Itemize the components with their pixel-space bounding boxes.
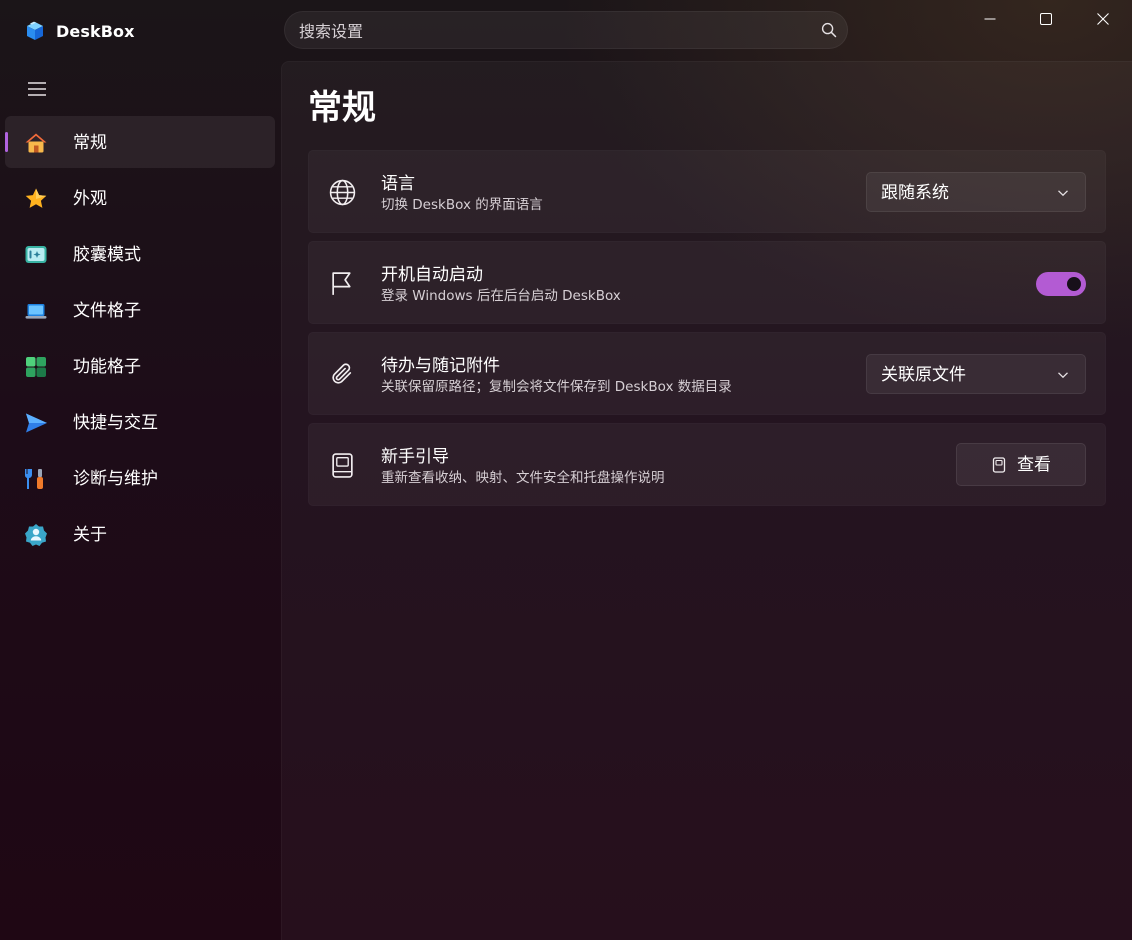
sidebar-item-function-grid[interactable]: 功能格子 (5, 340, 275, 392)
attachment-mode-dropdown[interactable]: 关联原文件 (866, 354, 1086, 394)
toggle-knob (1067, 277, 1081, 291)
auto-start-toggle[interactable] (1036, 272, 1086, 296)
globe-icon (329, 179, 356, 206)
search-box[interactable] (284, 11, 848, 50)
setting-card-auto-start: 开机自动启动 登录 Windows 后在后台启动 DeskBox (308, 241, 1106, 324)
chevron-down-icon (1058, 190, 1068, 197)
setting-description: 关联保留原路径；复制会将文件保存到 DeskBox 数据目录 (381, 379, 732, 395)
setting-title: 开机自动启动 (381, 265, 483, 285)
paperclip-icon (332, 363, 352, 384)
home-icon (25, 133, 47, 153)
hamburger-menu-button[interactable] (22, 74, 52, 104)
search-input[interactable] (297, 12, 801, 50)
setting-title: 新手引导 (381, 447, 449, 467)
flag-icon (332, 272, 351, 295)
tools-icon (24, 469, 43, 489)
sidebar-nav: 常规 外观 胶囊模式 文件格子 功能格子 快捷与交互 诊断与维护 关于 (5, 116, 275, 564)
setting-description: 切换 DeskBox 的界面语言 (381, 197, 543, 213)
minimize-icon (984, 18, 996, 20)
chevron-down-icon (1058, 372, 1068, 379)
app-brand: DeskBox (24, 20, 135, 42)
setting-card-attachments: 待办与随记附件 关联保留原路径；复制会将文件保存到 DeskBox 数据目录 关… (308, 332, 1106, 415)
page-title: 常规 (308, 88, 376, 128)
sidebar-item-label: 功能格子 (73, 357, 141, 377)
settings-content: 常规 语言 切换 DeskBox 的界面语言 跟随系统 开机自动启动 登录 Wi… (281, 61, 1132, 940)
sidebar-item-label: 关于 (73, 525, 107, 545)
grid-tiles-icon (26, 357, 46, 377)
dropdown-value: 跟随系统 (881, 183, 949, 203)
send-arrow-icon (26, 413, 47, 433)
capsule-icon (25, 246, 47, 263)
sidebar-item-file-grid[interactable]: 文件格子 (5, 284, 275, 336)
book-icon (332, 453, 353, 478)
setting-title: 待办与随记附件 (381, 356, 500, 376)
sidebar-item-shortcuts-interaction[interactable]: 快捷与交互 (5, 396, 275, 448)
star-icon (25, 188, 47, 208)
view-guide-button-label: 查看 (1017, 454, 1051, 475)
setting-description: 登录 Windows 后在后台启动 DeskBox (381, 288, 621, 304)
sidebar-item-label: 外观 (73, 189, 107, 209)
dropdown-value: 关联原文件 (881, 365, 966, 385)
setting-title: 语言 (381, 174, 415, 194)
sidebar-item-label: 快捷与交互 (73, 413, 158, 433)
minimize-button[interactable] (962, 0, 1018, 38)
app-window: DeskBox 搜索设置 常规 外观 胶囊模式 文件格子 功能格子 快捷与交互 … (0, 0, 1132, 940)
app-title: DeskBox (56, 21, 135, 41)
sidebar-item-label: 文件格子 (73, 301, 141, 321)
sidebar-item-appearance[interactable]: 外观 (5, 172, 275, 224)
search-icon[interactable] (821, 22, 837, 38)
sidebar-item-label: 胶囊模式 (73, 245, 141, 265)
setting-description: 重新查看收纳、映射、文件安全和托盘操作说明 (381, 470, 665, 486)
maximize-icon (1040, 13, 1052, 25)
setting-card-onboarding: 新手引导 重新查看收纳、映射、文件安全和托盘操作说明 查看 (308, 423, 1106, 506)
guide-book-icon (992, 456, 1006, 473)
setting-card-language: 语言 切换 DeskBox 的界面语言 跟随系统 (308, 150, 1106, 233)
sidebar-item-diagnostics[interactable]: 诊断与维护 (5, 452, 275, 504)
close-button[interactable] (1075, 0, 1131, 38)
hamburger-menu-icon (28, 82, 46, 96)
info-badge-icon (25, 524, 47, 546)
sidebar-item-about[interactable]: 关于 (5, 508, 275, 560)
close-icon (1097, 13, 1109, 25)
language-dropdown[interactable]: 跟随系统 (866, 172, 1086, 212)
laptop-icon (25, 304, 47, 319)
sidebar-item-general[interactable]: 常规 (5, 116, 275, 168)
maximize-button[interactable] (1018, 0, 1074, 38)
sidebar-item-label: 诊断与维护 (73, 469, 158, 489)
view-guide-button[interactable]: 查看 (956, 443, 1086, 486)
sidebar-item-capsule-mode[interactable]: 胶囊模式 (5, 228, 275, 280)
deskbox-cube-logo-icon (27, 21, 43, 40)
sidebar-item-label: 常规 (73, 133, 107, 153)
